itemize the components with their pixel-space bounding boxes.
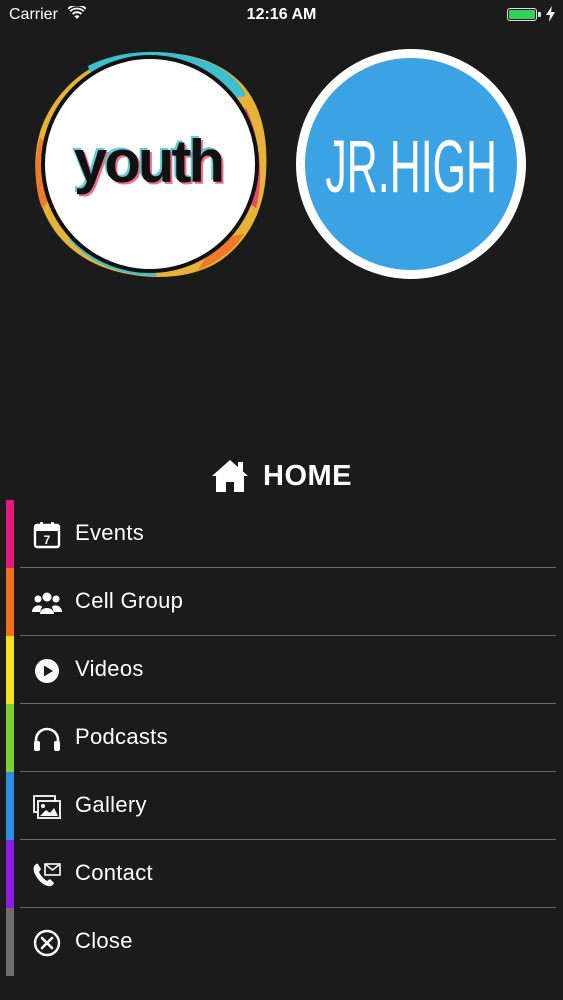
side-menu: 7 Events Cell Group Videos Podcasts Gall… — [0, 500, 563, 976]
menu-item-label: Podcasts — [75, 724, 168, 749]
battery-icon — [507, 8, 537, 21]
youth-logo[interactable]: youth youth youth — [28, 48, 272, 282]
menu-item-label: Gallery — [75, 792, 147, 817]
menu-item-videos[interactable]: Videos — [0, 636, 563, 704]
home-header[interactable]: HOME — [0, 452, 563, 500]
play-icon — [32, 656, 62, 686]
status-bar: Carrier 12:16 AM — [0, 0, 563, 30]
menu-item-close[interactable]: Close — [0, 908, 563, 976]
menu-item-label: Events — [75, 520, 145, 545]
menu-color-bar — [6, 568, 14, 636]
calendar-day: 7 — [44, 533, 51, 547]
calendar-icon: 7 — [32, 520, 62, 550]
menu-item-gallery[interactable]: Gallery — [0, 772, 563, 840]
menu-color-bar — [6, 772, 14, 840]
jr-high-logo-text: JR.HIGH — [325, 125, 497, 208]
menu-item-label: Close — [75, 928, 133, 953]
menu-color-bar — [6, 500, 14, 568]
jr-high-logo[interactable]: JR.HIGH — [294, 45, 528, 283]
close-icon — [32, 928, 62, 958]
menu-item-label: Contact — [75, 860, 153, 885]
menu-color-bar — [6, 840, 14, 908]
menu-item-contact[interactable]: Contact — [0, 840, 563, 908]
battery-tip — [538, 12, 541, 17]
youth-logo-text: youth — [74, 128, 222, 195]
menu-item-cell-group[interactable]: Cell Group — [0, 568, 563, 636]
group-icon — [32, 588, 62, 618]
menu-color-bar — [6, 636, 14, 704]
home-title: HOME — [263, 459, 352, 492]
menu-item-label: Cell Group — [75, 588, 184, 613]
menu-item-events[interactable]: 7 Events — [0, 500, 563, 568]
charging-bolt-icon — [546, 6, 555, 22]
battery-level — [509, 10, 535, 19]
home-icon — [212, 460, 248, 492]
menu-item-podcasts[interactable]: Podcasts — [0, 704, 563, 772]
menu-color-bar — [6, 908, 14, 976]
gallery-icon — [32, 792, 62, 822]
menu-item-label: Videos — [75, 656, 144, 681]
menu-color-bar — [6, 704, 14, 772]
headphones-icon — [32, 724, 62, 754]
status-time: 12:16 AM — [246, 6, 317, 23]
contact-icon — [32, 860, 62, 890]
